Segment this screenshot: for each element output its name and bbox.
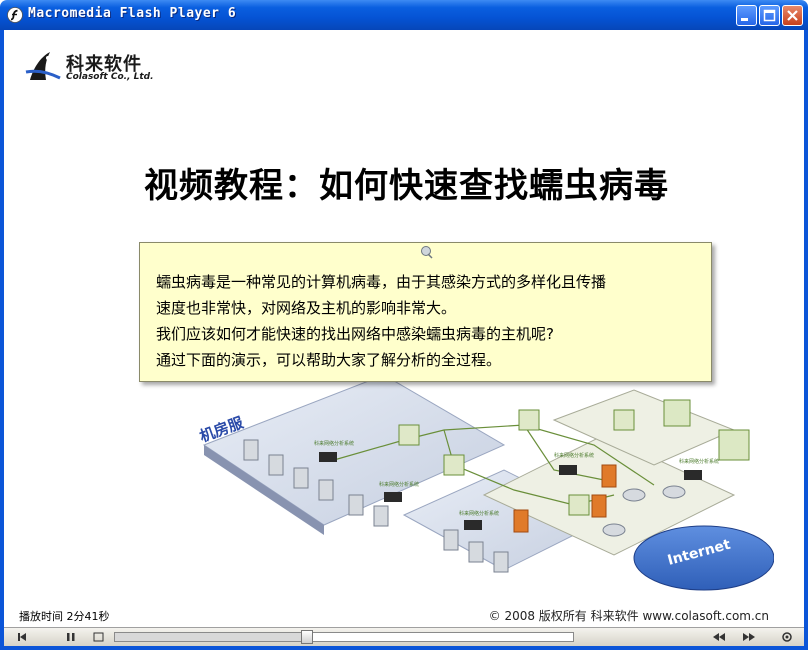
diagram-system-label: 科来网络分析系统 [679, 458, 719, 465]
diagram-system-label: 科来网络分析系统 [314, 440, 354, 447]
intro-note: 蠕虫病毒是一种常见的计算机病毒，由于其感染方式的多样化且传播 速度也非常快，对网… [139, 242, 712, 382]
note-line: 蠕虫病毒是一种常见的计算机病毒，由于其感染方式的多样化且传播 [156, 273, 607, 291]
playback-controls [4, 627, 804, 646]
note-line: 速度也非常快，对网络及主机的影响非常大。 [156, 299, 457, 317]
slide-headline: 视频教程：如何快速查找蠕虫病毒 [144, 166, 669, 206]
pause-icon [67, 633, 75, 641]
rewind-button[interactable] [704, 629, 734, 645]
seek-progress [115, 633, 308, 641]
minimize-button[interactable] [736, 5, 757, 26]
seek-thumb[interactable] [301, 630, 314, 644]
seek-bar[interactable] [114, 630, 574, 644]
note-text: 蠕虫病毒是一种常见的计算机病毒，由于其感染方式的多样化且传播 速度也非常快，对网… [156, 269, 606, 373]
speaker-icon [782, 632, 792, 642]
pin-icon [421, 246, 433, 259]
rewind-to-start-button[interactable] [8, 629, 38, 645]
rewind-icon [713, 633, 725, 641]
fast-forward-icon [743, 633, 755, 641]
window-titlebar[interactable]: Macromedia Flash Player 6 [0, 0, 808, 30]
maximize-icon [763, 9, 776, 22]
maximize-button[interactable] [759, 5, 780, 26]
stop-button[interactable] [84, 629, 114, 645]
flash-player-icon [7, 7, 23, 23]
close-icon [787, 10, 798, 21]
copyright-text: © 2008 版权所有 科来软件 www.colasoft.com.cn [488, 609, 769, 623]
diagram-system-label: 科来网络分析系统 [554, 452, 594, 459]
minimize-icon [741, 18, 748, 21]
flash-stage[interactable]: 科来软件 Colasoft Co., Ltd. 视频教程：如何快速查找蠕虫病毒 [4, 30, 804, 627]
colasoft-logo-icon [25, 52, 61, 80]
play-time: 播放时间 2分41秒 [19, 610, 110, 623]
volume-button[interactable] [772, 629, 802, 645]
close-button[interactable] [782, 5, 803, 26]
pause-button[interactable] [56, 629, 86, 645]
diagram-system-label: 科来网络分析系统 [459, 510, 499, 517]
logo-subtitle: Colasoft Co., Ltd. [66, 72, 154, 82]
skip-start-icon [18, 633, 26, 641]
note-line: 通过下面的演示，可以帮助大家了解分析的全过程。 [156, 351, 502, 369]
note-line: 我们应该如何才能快速的找出网络中感染蠕虫病毒的主机呢? [156, 325, 554, 343]
diagram-system-label: 科来网络分析系统 [379, 481, 419, 488]
window-title: Macromedia Flash Player 6 [28, 6, 237, 21]
status-strip: 播放时间 2分41秒 © 2008 版权所有 科来软件 www.colasoft… [4, 602, 804, 627]
stop-icon [93, 632, 104, 642]
colasoft-logo: 科来软件 Colasoft Co., Ltd. [24, 46, 164, 86]
fast-forward-button[interactable] [734, 629, 764, 645]
